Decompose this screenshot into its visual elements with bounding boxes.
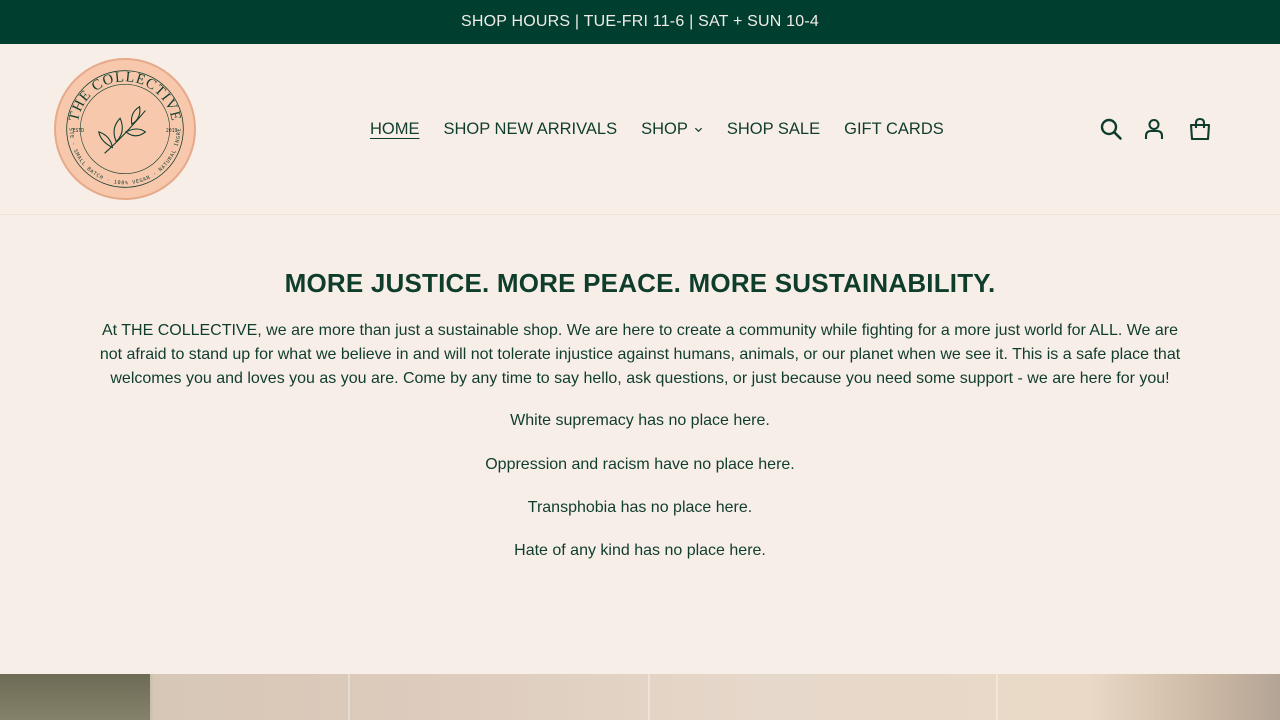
hero-image xyxy=(0,674,1280,720)
nav-gift-cards[interactable]: GIFT CARDS xyxy=(844,120,944,139)
hero-image-left-panel xyxy=(0,674,150,720)
hero-image-seam xyxy=(648,674,650,720)
search-button[interactable] xyxy=(1098,116,1124,142)
svg-text:ESTD: ESTD xyxy=(73,128,85,134)
announcement-bar: SHOP HOURS | TUE-FRI 11-6 | SAT + SUN 10… xyxy=(0,0,1280,44)
nav-shop[interactable]: SHOP xyxy=(641,120,703,139)
nav-home[interactable]: HOME xyxy=(370,120,420,139)
statement-hate: Hate of any kind has no place here. xyxy=(514,542,766,559)
cart-icon xyxy=(1189,117,1211,141)
svg-text:2019: 2019 xyxy=(166,128,178,134)
statement-oppression-racism: Oppression and racism have no place here… xyxy=(485,456,795,473)
announcement-text: SHOP HOURS | TUE-FRI 11-6 | SAT + SUN 10… xyxy=(461,13,819,30)
nav-shop-sale[interactable]: SHOP SALE xyxy=(727,120,820,139)
main-nav: HOME SHOP NEW ARRIVALS SHOP SHOP SALE GI… xyxy=(370,117,968,141)
nav-shop-label: SHOP xyxy=(641,119,688,138)
site-header: THE COLLECTIVE LOW WASTE · SMALL BATCH ·… xyxy=(0,44,1280,215)
hero-image-seam xyxy=(996,674,998,720)
main-content: MORE JUSTICE. MORE PEACE. MORE SUSTAINAB… xyxy=(0,215,1280,674)
svg-text:THE COLLECTIVE: THE COLLECTIVE xyxy=(66,69,184,123)
logo-emblem: THE COLLECTIVE LOW WASTE · SMALL BATCH ·… xyxy=(56,60,184,188)
intro-paragraph: At THE COLLECTIVE, we are more than just… xyxy=(99,322,1181,387)
statement-transphobia: Transphobia has no place here. xyxy=(527,499,753,516)
header-icons xyxy=(1098,116,1213,142)
statement-white-supremacy: White supremacy has no place here. xyxy=(510,412,770,429)
account-button[interactable] xyxy=(1141,116,1167,142)
logo[interactable]: THE COLLECTIVE LOW WASTE · SMALL BATCH ·… xyxy=(54,58,196,200)
cart-button[interactable] xyxy=(1187,116,1213,142)
page-headline: MORE JUSTICE. MORE PEACE. MORE SUSTAINAB… xyxy=(284,268,996,298)
chevron-down-icon xyxy=(694,127,702,132)
search-icon xyxy=(1100,118,1122,140)
hero-image-seam xyxy=(348,674,350,720)
nav-shop-new-arrivals[interactable]: SHOP NEW ARRIVALS xyxy=(444,120,618,139)
account-icon xyxy=(1144,118,1164,139)
